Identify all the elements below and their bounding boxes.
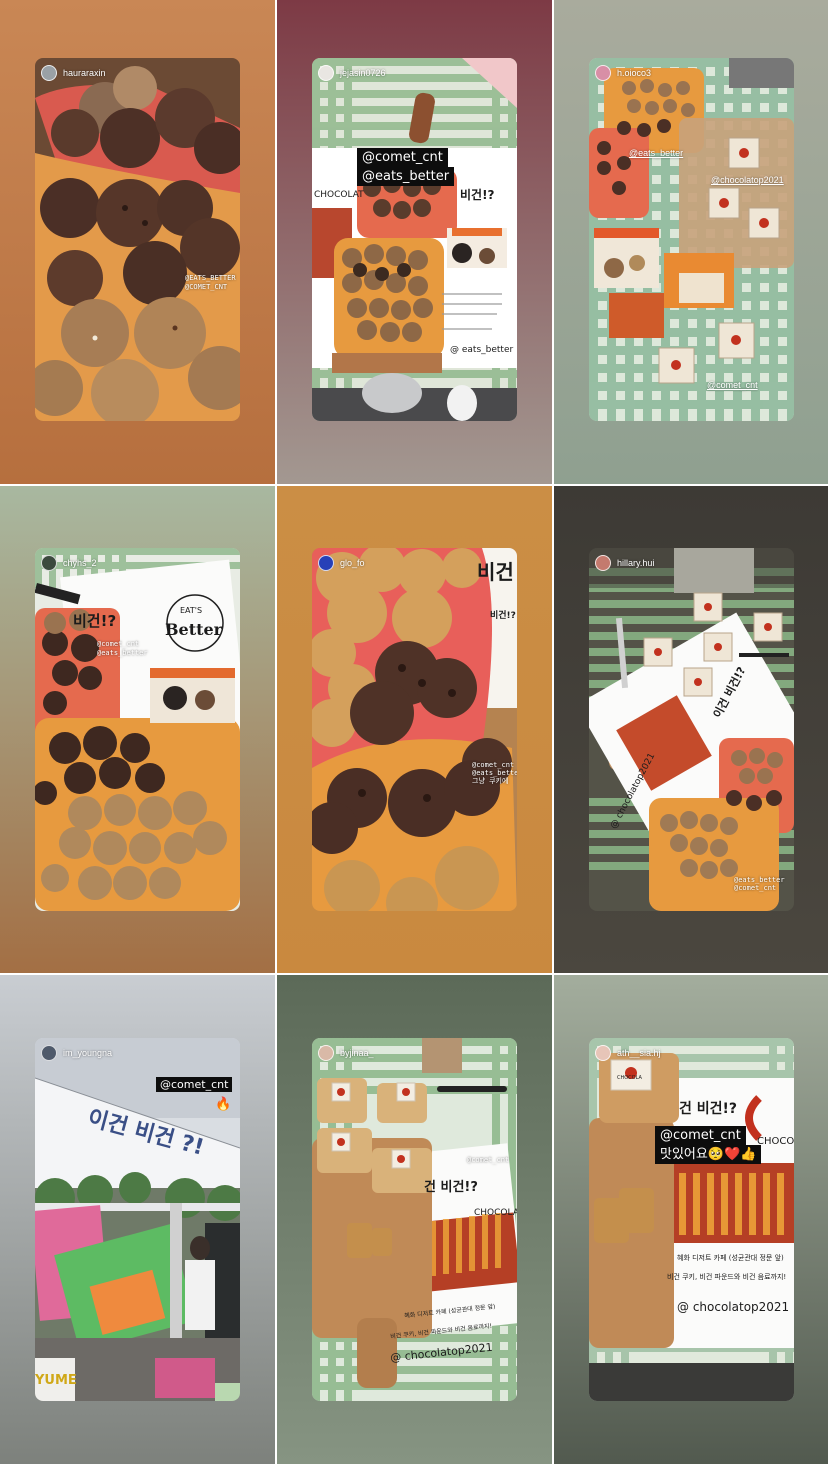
user-avatar[interactable] [318,1045,334,1061]
print-text: 비건!? [490,611,516,621]
print-text: 건 비건!? [679,1101,738,1117]
story-cell-8[interactable]: byjinaa_ @comet_cnt 건 비건!? CHOCOLA 혜화 디저… [277,975,552,1464]
username[interactable]: byjinaa_ [340,1048,374,1058]
story-header: hillary.hui [595,554,654,572]
mention-sticker[interactable]: @comet_cnt [357,148,448,167]
user-avatar[interactable] [41,65,57,81]
story-header: h.oioco3 [595,64,651,82]
user-avatar[interactable] [595,555,611,571]
cookie-photo [35,548,240,911]
print-text: 비건 쿠키, 비건 파운드와 비건 음료까지! [667,1273,787,1281]
print-text: CHOCOLA [617,1075,642,1081]
username[interactable]: h.oioco3 [617,68,651,78]
story-cell-2[interactable]: jejasin0726 @comet_cnt @eats_better CHOC… [277,0,552,484]
print-text: @ chocolatop2021 [677,1300,790,1314]
mention-tag[interactable]: @eats_better [734,876,785,884]
story-header: ath__sia.hj [595,1044,661,1062]
story-preview[interactable]: ath__sia.hj @comet_cnt 맛있어요🥺❤️👍 건 비건!? C… [589,1038,794,1401]
story-cell-7[interactable]: im_youngna @comet_cnt 🔥 이건 비건 ?! YUME [0,975,275,1464]
username[interactable]: hauraraxin [63,68,106,78]
story-cell-3[interactable]: h.oioco3 @eats_better @chocolatop2021 @c… [554,0,828,484]
print-text: 건 비건!? [424,1180,478,1195]
mention-tag[interactable]: @comet_cnt [707,380,758,390]
mention-tag[interactable]: @eats_better [629,148,683,158]
story-header: im_youngna [41,1044,112,1062]
story-preview[interactable]: glo_fo 비건 비건!? @comet_cnt @eats_better 그… [312,548,517,911]
user-avatar[interactable] [595,65,611,81]
username[interactable]: chyhs_2 [63,558,97,568]
story-preview[interactable]: jejasin0726 @comet_cnt @eats_better CHOC… [312,58,517,421]
print-text: 혜화 디저트 카페 (성균관대 정문 앞) [677,1254,784,1262]
mention-tag[interactable]: @comet_cnt [472,761,514,769]
mention-sticker[interactable]: @eats_better [357,167,455,186]
print-text: 비건!? [73,612,117,630]
print-text: CHOCOLAT [314,190,364,200]
user-avatar[interactable] [318,65,334,81]
user-avatar[interactable] [318,555,334,571]
mention-sticker[interactable]: @comet_cnt [156,1077,233,1092]
mention-sticker[interactable]: 맛있어요🥺❤️👍 [655,1145,762,1164]
cookie-photo [35,58,240,421]
mention-tag[interactable]: @COMET_CNT [185,283,227,291]
user-avatar[interactable] [41,1045,57,1061]
story-header: jejasin0726 [318,64,386,82]
print-text: EAT'S [180,606,203,615]
cookie-photo [589,548,794,911]
story-header: chyhs_2 [41,554,97,572]
print-text: YUME [35,1373,77,1388]
print-text: CHOCOLA [474,1208,517,1218]
story-preview[interactable]: hillary.hui 이건 비건!? @ chocolatop2021 @ea… [589,548,794,911]
story-cell-9[interactable]: ath__sia.hj @comet_cnt 맛있어요🥺❤️👍 건 비건!? C… [554,975,828,1464]
mention-tag[interactable]: 그냥 쿠키에 [472,777,508,785]
user-avatar[interactable] [595,1045,611,1061]
username[interactable]: jejasin0726 [340,68,386,78]
story-cell-4[interactable]: chyhs_2 비건!? Better EAT'S @comet_cnt @ea… [0,486,275,973]
cookie-photo [589,58,794,421]
mention-tag[interactable]: @chocolatop2021 [711,175,784,185]
story-header: byjinaa_ [318,1044,374,1062]
print-text: @ eats_better [450,345,514,355]
print-text: 비건 [477,560,514,584]
story-cell-6[interactable]: hillary.hui 이건 비건!? @ chocolatop2021 @ea… [554,486,828,973]
cookie-photo [312,58,517,421]
mention-sticker[interactable]: @comet_cnt [655,1126,746,1145]
username[interactable]: glo_fo [340,558,365,568]
story-cell-1[interactable]: hauraraxin @EATS_BETTER @COMET_CNT [0,0,275,484]
story-grid: hauraraxin @EATS_BETTER @COMET_CNT jejas… [0,0,828,1464]
username[interactable]: hillary.hui [617,558,654,568]
story-preview[interactable]: im_youngna @comet_cnt 🔥 이건 비건 ?! YUME [35,1038,240,1401]
story-cell-5[interactable]: glo_fo 비건 비건!? @comet_cnt @eats_better 그… [277,486,552,973]
bakery-photo [589,1038,794,1401]
story-header: glo_fo [318,554,365,572]
mention-tag[interactable]: @comet_cnt [97,640,139,648]
print-text: CHOCOLAT [757,1136,794,1147]
story-preview[interactable]: byjinaa_ @comet_cnt 건 비건!? CHOCOLA 혜화 디저… [312,1038,517,1401]
story-preview[interactable]: hauraraxin @EATS_BETTER @COMET_CNT [35,58,240,421]
mention-tag[interactable]: @comet_cnt [734,884,776,892]
mention-tag[interactable]: @comet_cnt [467,1156,509,1164]
cookie-photo [312,548,517,911]
story-header: hauraraxin [41,64,106,82]
mention-tag[interactable]: @eats_better [97,649,148,657]
story-preview[interactable]: h.oioco3 @eats_better @chocolatop2021 @c… [589,58,794,421]
user-avatar[interactable] [41,555,57,571]
print-text: 비건!? [460,188,495,202]
tent-photo [35,1038,240,1401]
mention-tag[interactable]: @EATS_BETTER [185,274,236,282]
username[interactable]: im_youngna [63,1048,112,1058]
story-preview[interactable]: chyhs_2 비건!? Better EAT'S @comet_cnt @ea… [35,548,240,911]
print-text: Better [165,620,223,639]
mention-tag[interactable]: @eats_better [472,769,517,777]
username[interactable]: ath__sia.hj [617,1048,661,1058]
fire-emoji: 🔥 [215,1096,232,1111]
